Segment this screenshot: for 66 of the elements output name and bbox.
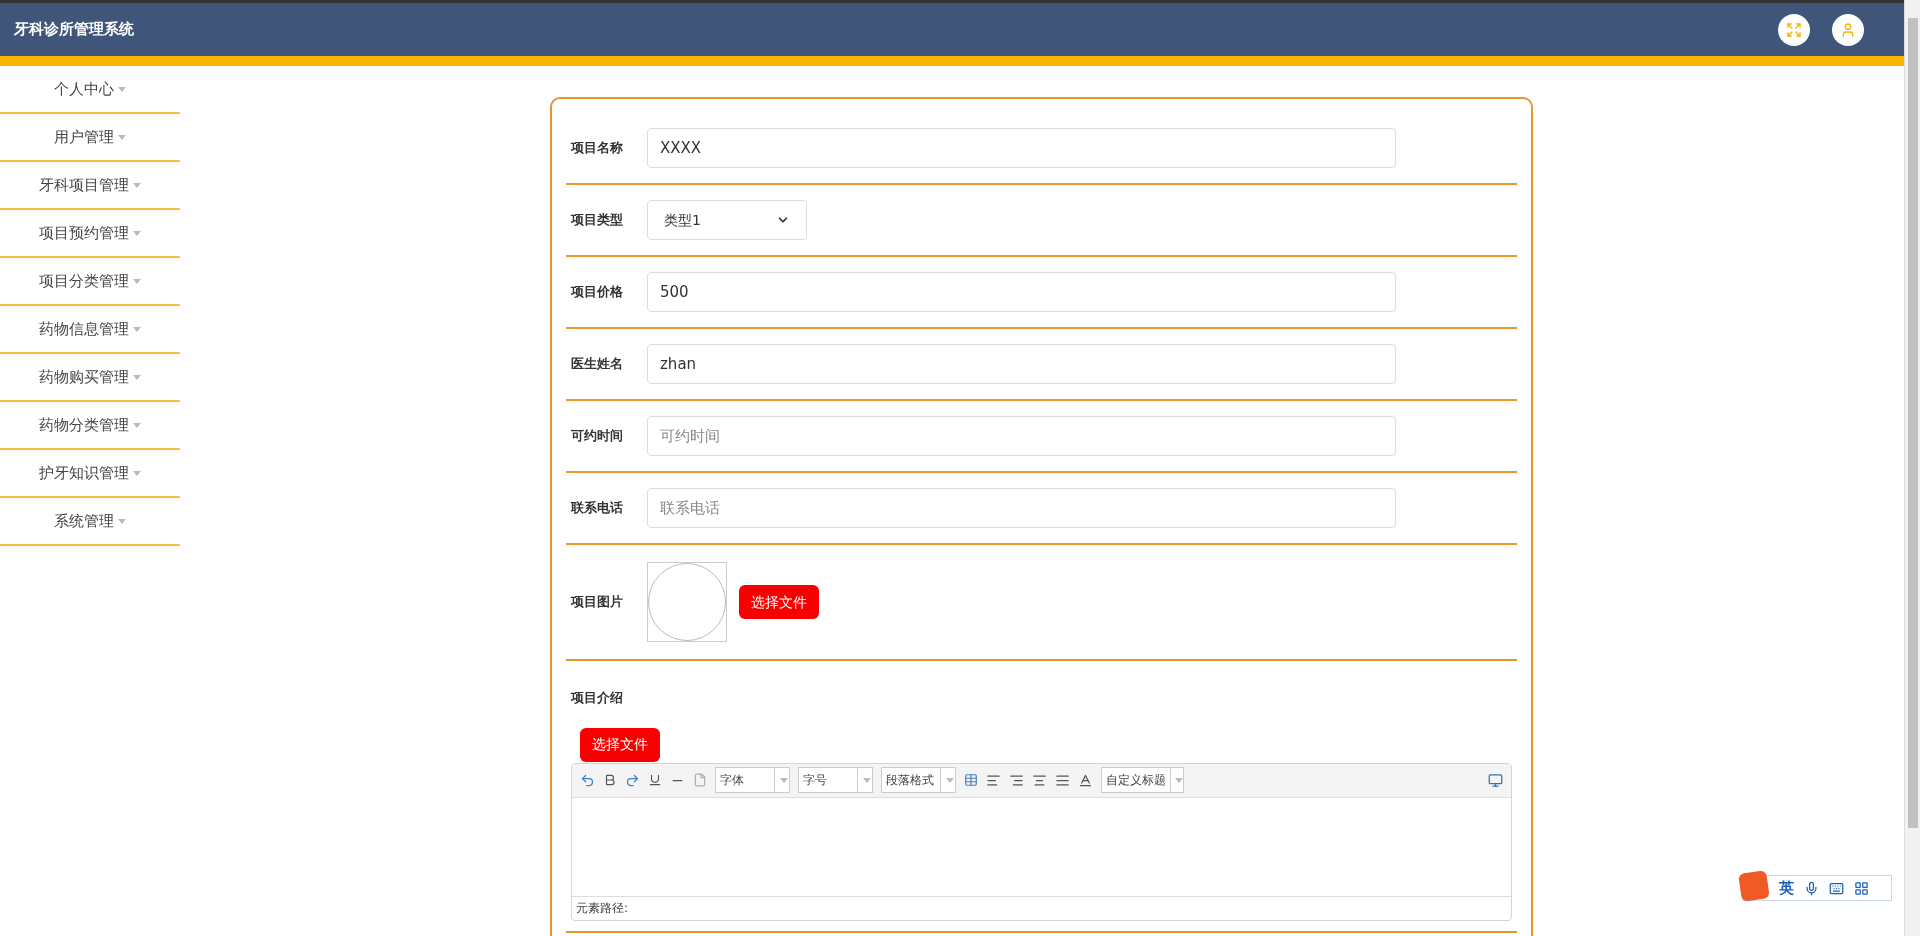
user-button[interactable] xyxy=(1832,13,1864,46)
undo-icon[interactable] xyxy=(580,772,595,788)
caret-icon xyxy=(133,182,141,188)
field-label: 项目介绍 xyxy=(569,689,624,707)
sidebar-item[interactable]: 药物购买管理 xyxy=(0,354,180,402)
sidebar-item[interactable]: 项目分类管理 xyxy=(0,258,180,306)
fullscreen-button[interactable] xyxy=(1778,13,1810,46)
font-color-icon[interactable] xyxy=(1078,772,1093,788)
user-icon xyxy=(1840,21,1856,38)
grid-icon[interactable] xyxy=(1854,880,1869,896)
caret-icon xyxy=(133,326,141,332)
field-label: 医生姓名 xyxy=(570,355,624,374)
align-center-icon[interactable] xyxy=(1032,772,1047,788)
choose-file-button[interactable]: 选择文件 xyxy=(739,585,819,619)
preview-icon[interactable] xyxy=(1488,772,1503,788)
sidebar-item[interactable]: 系统管理 xyxy=(0,498,180,546)
sidebar-item[interactable]: 牙科项目管理 xyxy=(0,162,180,210)
ime-mode-label[interactable]: 英 xyxy=(1779,876,1794,900)
heading-select[interactable]: 自定义标题 xyxy=(1101,767,1184,793)
caret-icon xyxy=(118,518,126,524)
sidebar-item[interactable]: 药物信息管理 xyxy=(0,306,180,354)
caret-icon xyxy=(133,278,141,284)
app-title: 牙科诊所管理系统 xyxy=(14,19,134,41)
text-field[interactable]: zhan xyxy=(647,344,1396,384)
caret-icon xyxy=(133,470,141,476)
sidebar-item[interactable]: 药物分类管理 xyxy=(0,402,180,450)
sidebar-item[interactable]: 用户管理 xyxy=(0,114,180,162)
text-field[interactable]: XXXX xyxy=(647,128,1396,168)
bold-icon[interactable] xyxy=(603,773,617,787)
caret-icon xyxy=(133,374,141,380)
expand-icon xyxy=(1786,21,1802,38)
align-justify-icon[interactable] xyxy=(1055,772,1070,788)
field-label: 项目价格 xyxy=(569,283,624,302)
caret-icon xyxy=(118,134,126,140)
toolbar-select[interactable]: 字体 xyxy=(715,767,790,793)
caret-icon xyxy=(133,422,141,428)
text-field[interactable]: 可约时间 xyxy=(647,416,1396,456)
type-select[interactable]: 类型1 xyxy=(647,200,807,240)
dropdown-caret-icon xyxy=(863,777,871,783)
sidebar-item[interactable]: 护牙知识管理 xyxy=(0,450,180,498)
element-path-label: 元素路径: xyxy=(576,900,629,917)
align-left-icon[interactable] xyxy=(986,772,1001,788)
align-right-icon[interactable] xyxy=(1009,772,1024,788)
dropdown-caret-icon xyxy=(1175,777,1183,783)
field-label: 项目类型 xyxy=(569,211,624,230)
toolbar-select[interactable]: 段落格式 xyxy=(881,767,956,793)
ime-logo-icon[interactable] xyxy=(1738,870,1770,902)
text-field[interactable]: 联系电话 xyxy=(647,488,1396,528)
field-label: 项目名称 xyxy=(569,139,624,158)
sidebar-item[interactable]: 项目预约管理 xyxy=(0,210,180,258)
keyboard-icon[interactable] xyxy=(1829,880,1844,896)
microphone-icon[interactable] xyxy=(1804,880,1819,896)
text-field[interactable]: 500 xyxy=(647,272,1396,312)
choose-file-button[interactable]: 选择文件 xyxy=(580,727,660,762)
sidebar-item[interactable]: 个人中心 xyxy=(0,66,180,114)
field-label: 联系电话 xyxy=(570,499,624,518)
dropdown-caret-icon xyxy=(946,777,954,783)
table-icon[interactable] xyxy=(964,773,978,787)
redo-icon[interactable] xyxy=(625,772,640,788)
caret-icon xyxy=(118,86,126,92)
field-label: 可约时间 xyxy=(570,427,624,446)
field-label: 项目图片 xyxy=(569,593,624,612)
caret-icon xyxy=(133,230,141,236)
dropdown-caret-icon xyxy=(780,777,788,783)
toolbar-select[interactable]: 字号 xyxy=(798,767,873,793)
underline-icon[interactable] xyxy=(648,773,662,787)
